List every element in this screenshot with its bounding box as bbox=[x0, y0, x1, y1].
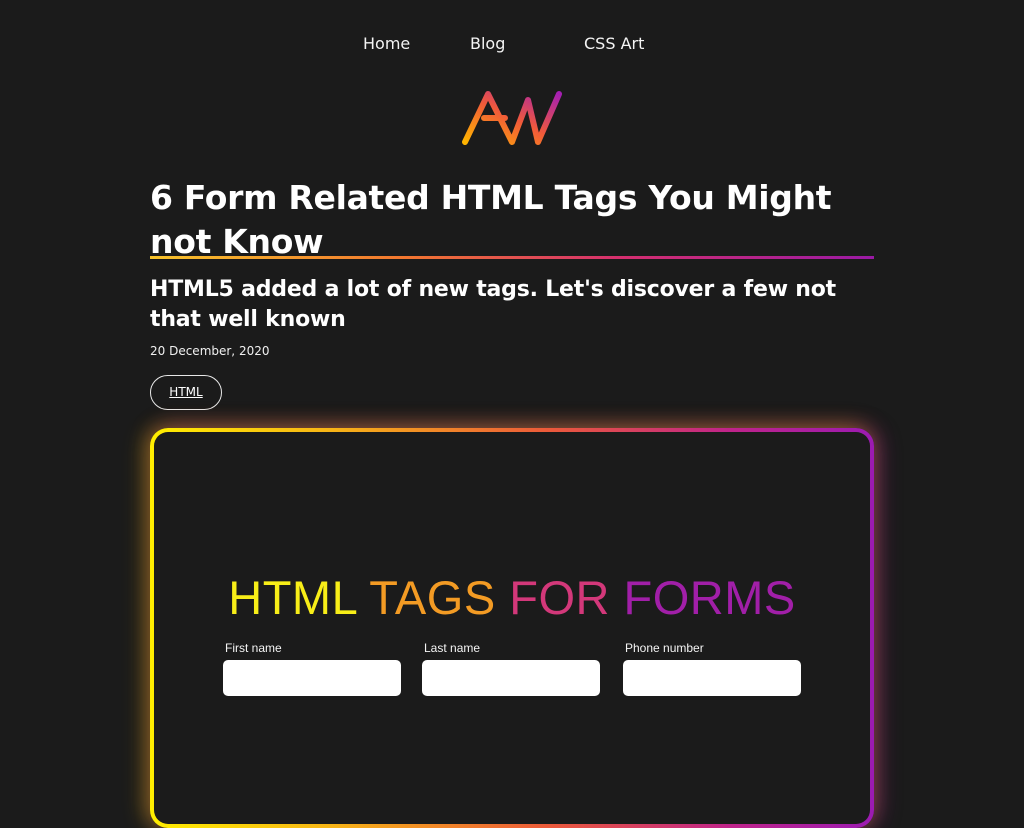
first-name-field: First name bbox=[223, 640, 401, 696]
site-logo[interactable] bbox=[460, 88, 564, 148]
hero-card: HTML TAGS FOR FORMS First name Last name… bbox=[150, 428, 874, 828]
aw-logo-icon bbox=[462, 91, 562, 145]
nav-home-link[interactable]: Home bbox=[363, 33, 410, 55]
hero-heading-word-4: FORMS bbox=[623, 571, 796, 624]
nav-blog-link[interactable]: Blog bbox=[470, 33, 505, 55]
tag-html[interactable]: HTML bbox=[150, 375, 222, 410]
nav-css-art-link[interactable]: CSS Art bbox=[584, 33, 644, 55]
phone-number-field: Phone number bbox=[623, 640, 801, 696]
last-name-field: Last name bbox=[422, 640, 600, 696]
last-name-label: Last name bbox=[424, 641, 481, 655]
hero-heading-word-3: FOR bbox=[509, 571, 610, 624]
phone-number-input[interactable] bbox=[623, 660, 801, 696]
first-name-input[interactable] bbox=[223, 660, 401, 696]
hero-heading-word-2: TAGS bbox=[369, 571, 496, 624]
article-subtitle: HTML5 added a lot of new tags. Let's dis… bbox=[150, 277, 836, 332]
title-underline bbox=[150, 256, 874, 259]
hero-heading: HTML TAGS FOR FORMS bbox=[154, 570, 870, 626]
article-title: 6 Form Related HTML Tags You Might not K… bbox=[150, 178, 832, 261]
main-nav: Home Blog CSS Art bbox=[0, 33, 1024, 57]
phone-number-label: Phone number bbox=[625, 641, 704, 655]
hero-heading-word-1: HTML bbox=[228, 571, 357, 624]
first-name-label: First name bbox=[225, 641, 282, 655]
hero-card-inner: HTML TAGS FOR FORMS First name Last name… bbox=[154, 432, 870, 824]
last-name-input[interactable] bbox=[422, 660, 600, 696]
article-date: 20 December, 2020 bbox=[150, 344, 270, 358]
